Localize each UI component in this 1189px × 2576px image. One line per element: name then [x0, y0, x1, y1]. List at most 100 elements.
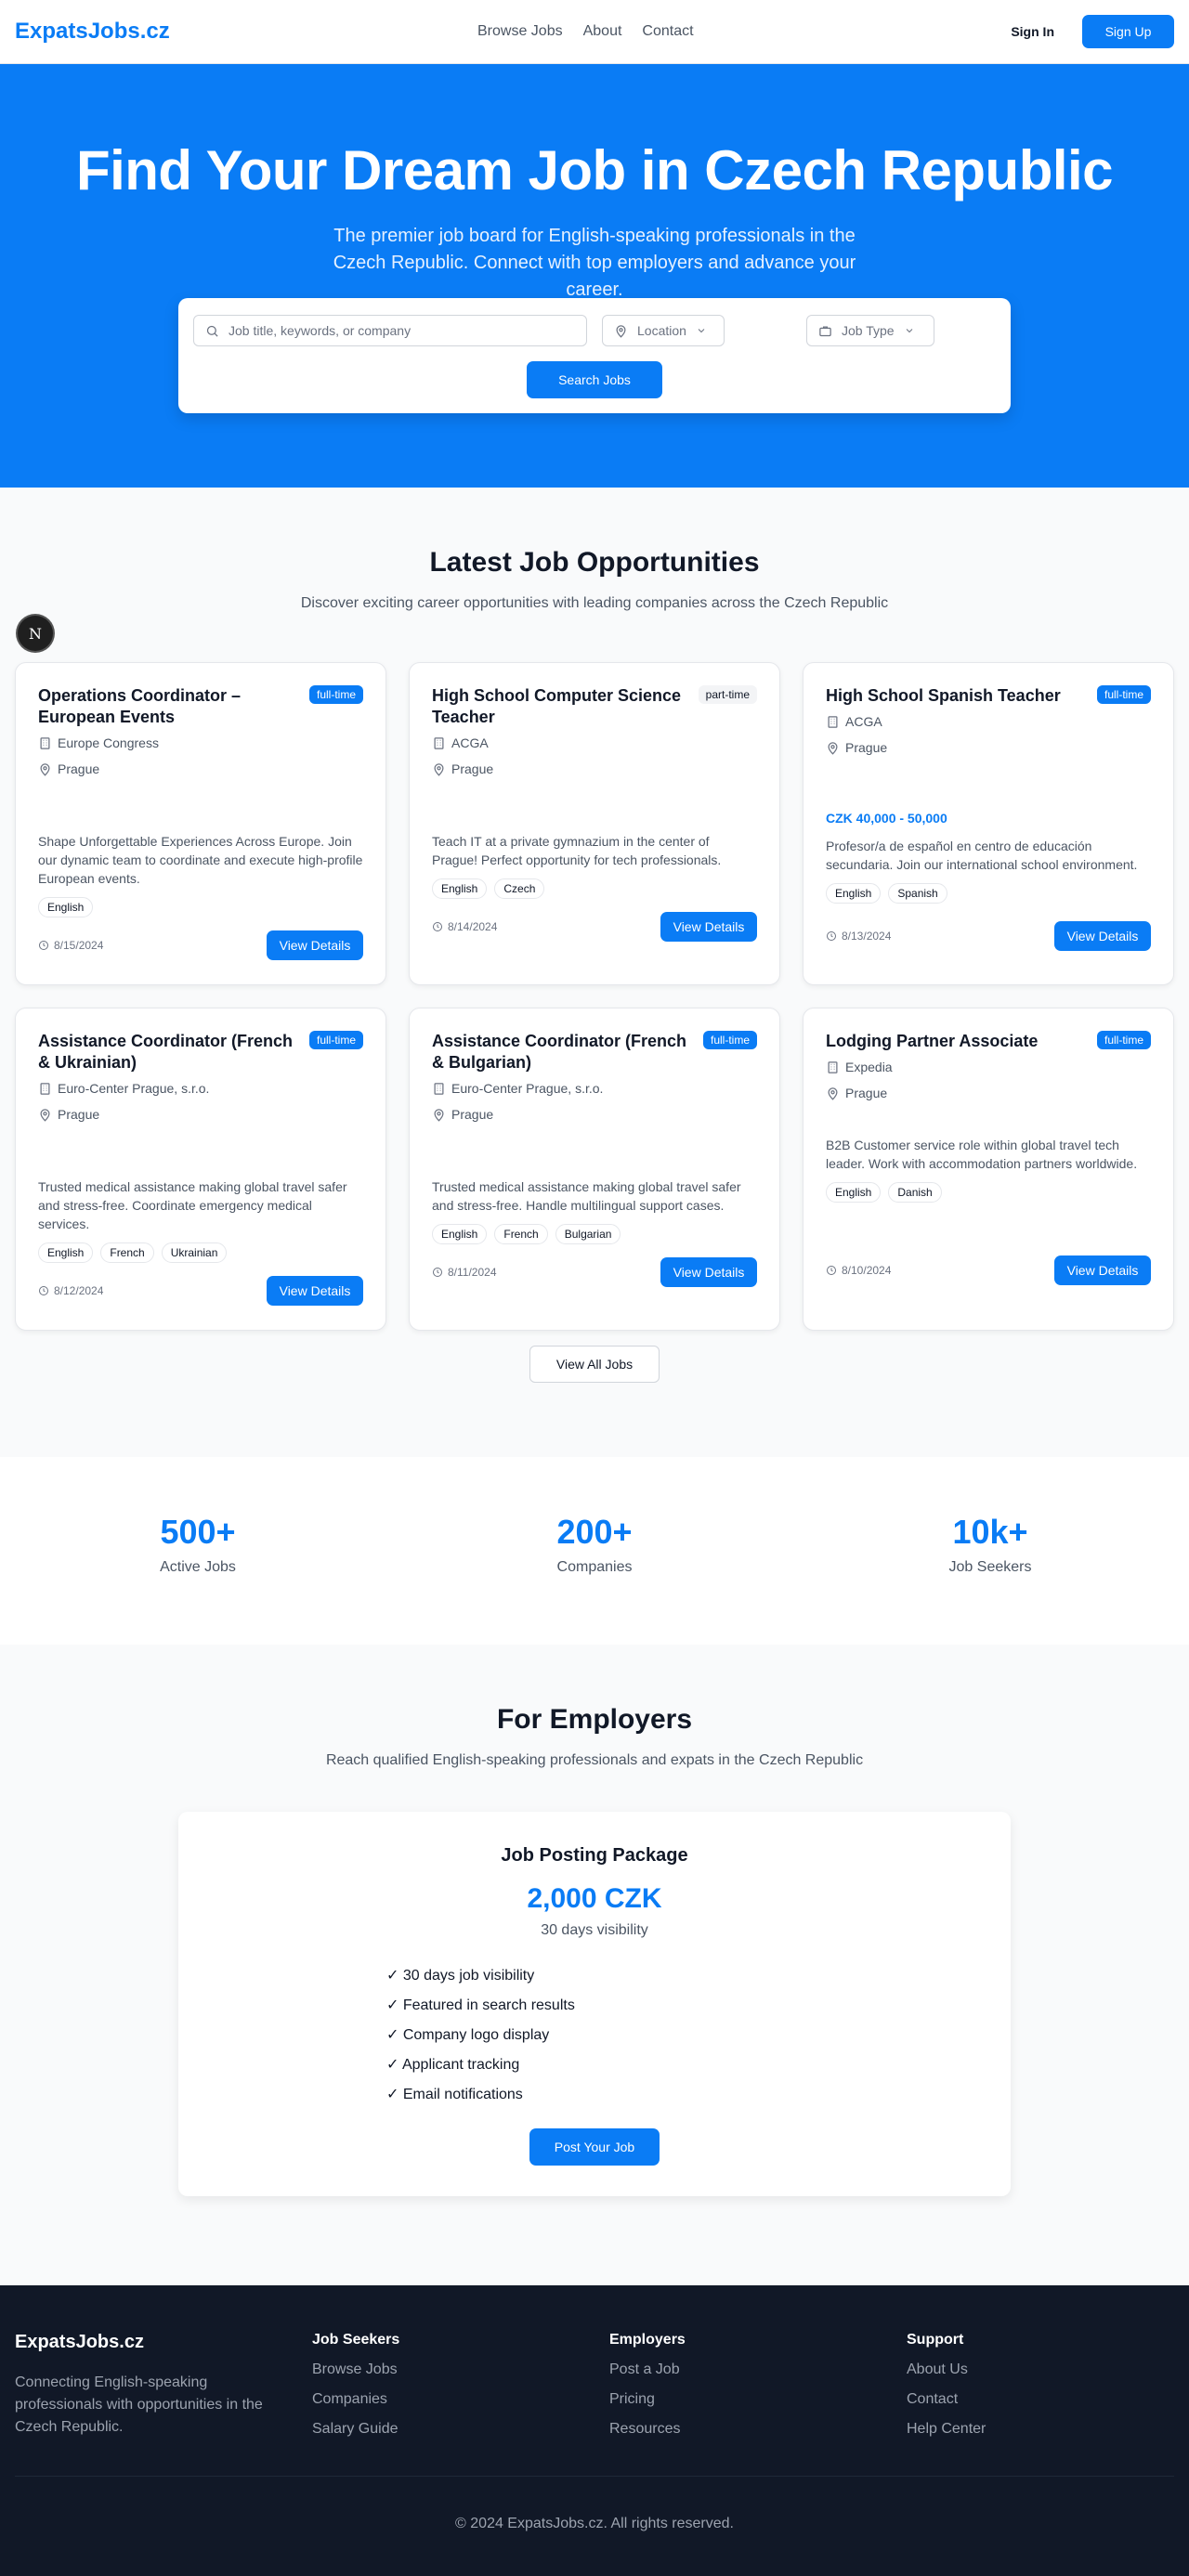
footer-brand-column: ExpatsJobs.cz Connecting English-speakin… — [15, 2332, 284, 2439]
footer-link[interactable]: Pricing — [609, 2391, 686, 2408]
language-tag: English — [432, 878, 488, 899]
job-type-select[interactable]: Job Type — [806, 315, 934, 346]
company-name: Expedia — [845, 1060, 893, 1074]
job-title[interactable]: High School Computer Science Teacher — [432, 685, 692, 728]
language-tags: English French Bulgarian — [432, 1224, 757, 1244]
job-card: Lodging Partner Associate full-time Expe… — [803, 1008, 1174, 1331]
map-pin-icon — [40, 762, 50, 776]
sign-in-button[interactable]: Sign In — [998, 17, 1067, 46]
building-icon — [828, 1060, 838, 1073]
nav-link-browse-jobs[interactable]: Browse Jobs — [477, 23, 563, 40]
company-name: ACGA — [845, 714, 882, 729]
job-location: Prague — [451, 761, 494, 776]
language-tag: Danish — [888, 1182, 942, 1203]
footer-logo[interactable]: ExpatsJobs.cz — [15, 2332, 284, 2353]
keyword-search-input[interactable]: Job title, keywords, or company — [193, 315, 587, 346]
nav-link-contact[interactable]: Contact — [642, 23, 693, 40]
footer-link[interactable]: Resources — [609, 2421, 686, 2438]
language-tags: English French Ukrainian — [38, 1242, 363, 1263]
stats-section: 500+ Active Jobs 200+ Companies 10k+ Job… — [0, 1457, 1189, 1645]
location-row: Prague — [432, 1107, 757, 1122]
stat-active-jobs: 500+ Active Jobs — [59, 1513, 337, 1576]
salary-range: CZK 40,000 - 50,000 — [826, 811, 947, 826]
hero-title: Find Your Dream Job in Czech Republic — [75, 139, 1114, 202]
job-title[interactable]: Lodging Partner Associate — [826, 1031, 1086, 1052]
clock-icon — [39, 1286, 48, 1295]
job-card: High School Computer Science Teacher par… — [409, 662, 780, 985]
nav-link-about[interactable]: About — [583, 23, 622, 40]
map-pin-icon — [828, 741, 838, 755]
view-details-button[interactable]: View Details — [660, 1257, 757, 1287]
location-select-label: Location — [637, 323, 686, 338]
company-row: Euro-Center Prague, s.r.o. — [38, 1081, 363, 1096]
stat-value: 200+ — [556, 1513, 633, 1551]
language-tag: English — [38, 1242, 94, 1263]
view-details-button[interactable]: View Details — [660, 912, 757, 942]
language-tag: English — [432, 1224, 488, 1244]
footer-link[interactable]: Post a Job — [609, 2361, 686, 2378]
job-description: B2B Customer service role within global … — [826, 1138, 1138, 1171]
job-card: Operations Coordinator – European Events… — [15, 662, 386, 985]
company-row: Euro-Center Prague, s.r.o. — [432, 1081, 757, 1096]
sign-up-button[interactable]: Sign Up — [1082, 15, 1174, 48]
footer-column-employers: Employers Post a Job Pricing Resources — [609, 2332, 686, 2438]
job-card: Assistance Coordinator (French & Bulgari… — [409, 1008, 780, 1331]
hero-subtitle: The premier job board for English-speaki… — [333, 226, 856, 300]
job-title[interactable]: Assistance Coordinator (French & Ukraini… — [38, 1031, 298, 1073]
posted-date-text: 8/11/2024 — [448, 1266, 497, 1279]
feature-item: ✓ 30 days job visibility — [386, 1968, 535, 1984]
stat-job-seekers: 10k+ Job Seekers — [851, 1513, 1130, 1576]
floating-n-badge[interactable]: N — [18, 616, 53, 651]
job-location: Prague — [845, 1086, 888, 1100]
search-icon — [206, 325, 218, 337]
footer-divider — [15, 2476, 1174, 2477]
clock-icon — [827, 931, 836, 941]
job-card: High School Spanish Teacher full-time AC… — [803, 662, 1174, 985]
chevron-down-icon — [698, 329, 705, 333]
job-title[interactable]: Operations Coordinator – European Events — [38, 685, 298, 728]
search-panel: Job title, keywords, or company Location… — [178, 298, 1011, 413]
view-details-button[interactable]: View Details — [1054, 921, 1151, 951]
pricing-package-card: Job Posting Package 2,000 CZK 30 days vi… — [178, 1812, 1011, 2196]
job-title[interactable]: Assistance Coordinator (French & Bulgari… — [432, 1031, 692, 1073]
view-details-button[interactable]: View Details — [1054, 1255, 1151, 1285]
package-features: ✓ 30 days job visibility ✓ Featured in s… — [386, 1961, 665, 2110]
card-footer: 8/11/2024 View Details — [432, 1257, 757, 1287]
feature-item: ✓ Company logo display — [386, 2027, 550, 2043]
footer-link[interactable]: Salary Guide — [312, 2421, 399, 2438]
map-pin-icon — [434, 1108, 444, 1122]
language-tag: French — [100, 1242, 154, 1263]
job-title[interactable]: High School Spanish Teacher — [826, 685, 1086, 707]
footer-heading: Job Seekers — [312, 2332, 400, 2348]
map-pin-icon — [40, 1108, 50, 1122]
stat-label: Active Jobs — [160, 1559, 236, 1575]
footer-link[interactable]: About Us — [907, 2361, 986, 2378]
footer-link[interactable]: Companies — [312, 2391, 399, 2408]
employers-section: For Employers Reach qualified English-sp… — [0, 1645, 1189, 2285]
latest-jobs-title: Latest Job Opportunities — [429, 547, 760, 578]
site-logo[interactable]: ExpatsJobs.cz — [15, 19, 170, 45]
search-jobs-button[interactable]: Search Jobs — [527, 361, 662, 398]
view-details-button[interactable]: View Details — [267, 1276, 363, 1306]
footer-link[interactable]: Contact — [907, 2391, 986, 2408]
auth-actions: Sign In Sign Up — [998, 15, 1174, 48]
job-card-grid: Operations Coordinator – European Events… — [15, 662, 1174, 1331]
location-select[interactable]: Location — [602, 315, 725, 346]
company-row: ACGA — [826, 714, 1151, 729]
briefcase-icon — [819, 326, 831, 336]
site-footer: ExpatsJobs.cz Connecting English-speakin… — [0, 2285, 1189, 2576]
job-type-badge: full-time — [308, 685, 363, 704]
language-tag: Spanish — [888, 883, 947, 904]
job-type-badge: full-time — [308, 1031, 363, 1049]
feature-item: ✓ Applicant tracking — [386, 2057, 520, 2073]
view-all-jobs-button[interactable]: View All Jobs — [529, 1346, 660, 1383]
language-tag: French — [494, 1224, 548, 1244]
job-type-select-label: Job Type — [842, 323, 895, 338]
map-pin-icon — [434, 762, 444, 776]
footer-link[interactable]: Browse Jobs — [312, 2361, 399, 2378]
footer-link[interactable]: Help Center — [907, 2421, 986, 2438]
view-details-button[interactable]: View Details — [267, 930, 363, 960]
feature-item: ✓ Email notifications — [386, 2087, 523, 2102]
company-name: Euro-Center Prague, s.r.o. — [451, 1081, 604, 1096]
post-your-job-button[interactable]: Post Your Job — [529, 2128, 660, 2166]
